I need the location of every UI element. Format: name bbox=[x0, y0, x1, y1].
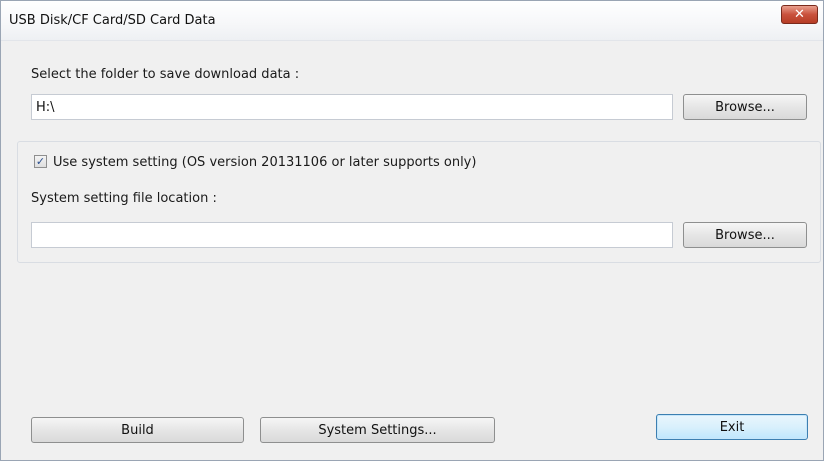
use-system-setting-checkbox[interactable]: ✓ bbox=[34, 155, 47, 168]
browse-download-label: Browse... bbox=[715, 99, 775, 115]
browse-download-button[interactable]: Browse... bbox=[683, 94, 807, 120]
browse-system-setting-label: Browse... bbox=[715, 227, 775, 243]
browse-system-setting-button[interactable]: Browse... bbox=[683, 222, 807, 248]
download-folder-label: Select the folder to save download data … bbox=[31, 67, 300, 82]
exit-label: Exit bbox=[719, 419, 745, 435]
close-button[interactable]: ✕ bbox=[781, 5, 818, 24]
build-label: Build bbox=[121, 422, 154, 438]
exit-button[interactable]: Exit bbox=[656, 414, 808, 440]
dialog-window: USB Disk/CF Card/SD Card Data ✕ Select t… bbox=[0, 0, 824, 461]
use-system-setting-label[interactable]: Use system setting (OS version 20131106 … bbox=[53, 155, 476, 170]
download-folder-input[interactable] bbox=[31, 94, 673, 120]
close-icon: ✕ bbox=[794, 7, 805, 22]
system-setting-file-label: System setting file location : bbox=[31, 191, 217, 206]
build-button[interactable]: Build bbox=[31, 417, 244, 443]
checkmark-icon: ✓ bbox=[35, 155, 46, 168]
system-settings-label: System Settings... bbox=[318, 422, 437, 438]
window-title: USB Disk/CF Card/SD Card Data bbox=[9, 13, 216, 28]
system-settings-button[interactable]: System Settings... bbox=[260, 417, 495, 443]
title-bar[interactable]: USB Disk/CF Card/SD Card Data ✕ bbox=[1, 1, 823, 41]
system-setting-file-input[interactable] bbox=[31, 222, 673, 248]
